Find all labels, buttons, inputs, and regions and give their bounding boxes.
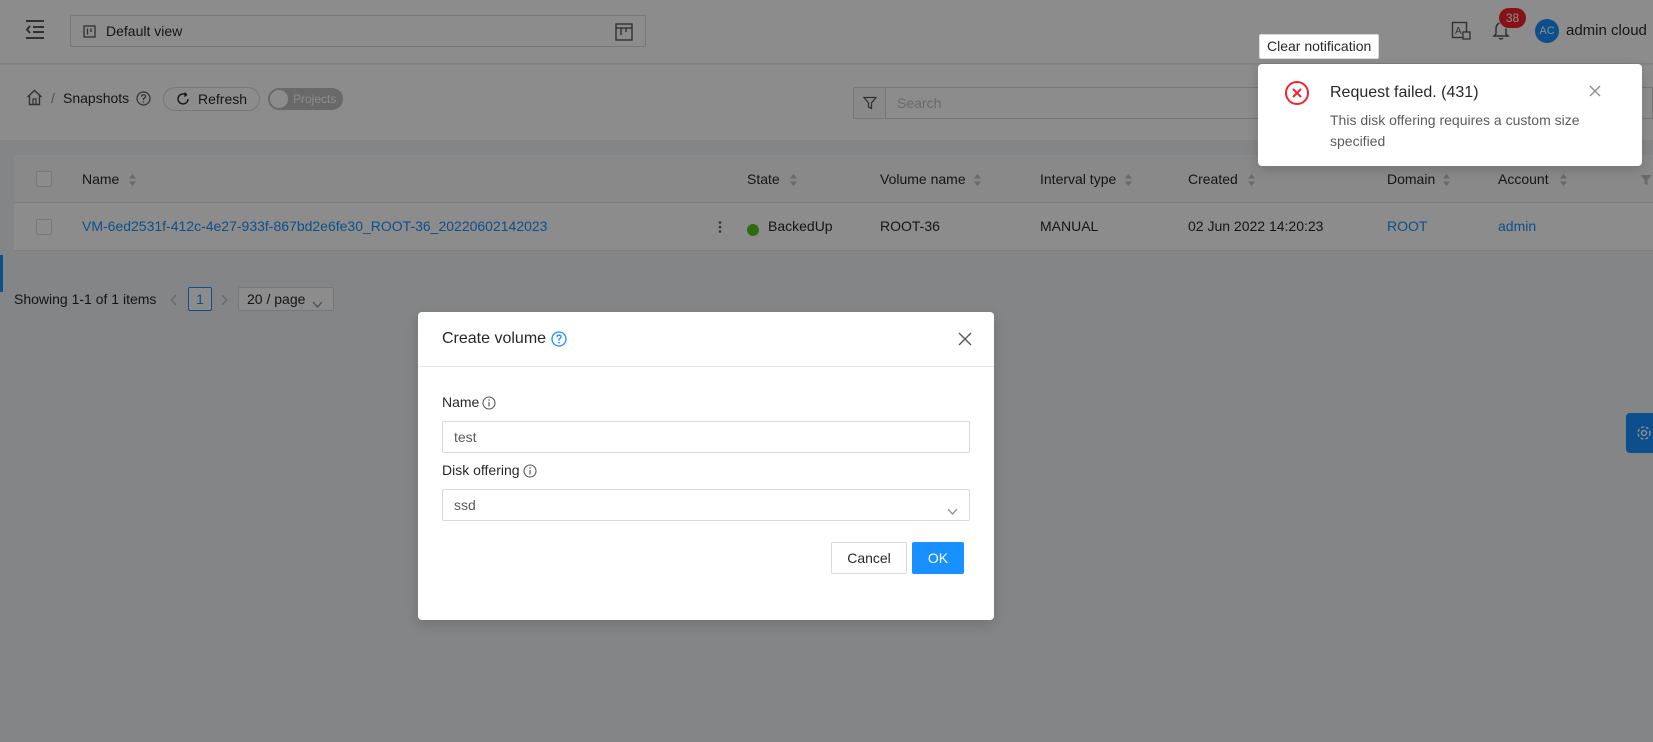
disk-offering-label: Disk offering (442, 462, 520, 478)
close-icon[interactable] (1589, 84, 1601, 100)
modal-header: Create volume (418, 312, 994, 367)
info-icon[interactable] (523, 464, 537, 481)
notification-title: Request failed. (431) (1330, 84, 1479, 101)
name-field-label: Name (442, 394, 480, 410)
modal-title: Create volume (442, 330, 547, 347)
close-icon[interactable] (958, 332, 972, 349)
close-circle-icon (1284, 80, 1310, 109)
cancel-button[interactable]: Cancel (831, 542, 907, 574)
name-field[interactable] (442, 421, 970, 453)
clear-notification-button[interactable]: Clear notification (1259, 34, 1380, 59)
question-icon[interactable] (551, 331, 567, 350)
chevron-down-icon (947, 502, 958, 518)
notification-description: This disk offering requires a custom siz… (1330, 112, 1580, 149)
disk-offering-value: ssd (454, 497, 476, 513)
ok-button[interactable]: OK (912, 542, 964, 574)
error-notification: Request failed. (431) This disk offering… (1258, 64, 1642, 166)
create-volume-modal: Create volume Name Disk offering ssd Can… (418, 312, 994, 620)
info-icon[interactable] (482, 396, 496, 413)
disk-offering-select[interactable]: ssd (442, 489, 970, 521)
